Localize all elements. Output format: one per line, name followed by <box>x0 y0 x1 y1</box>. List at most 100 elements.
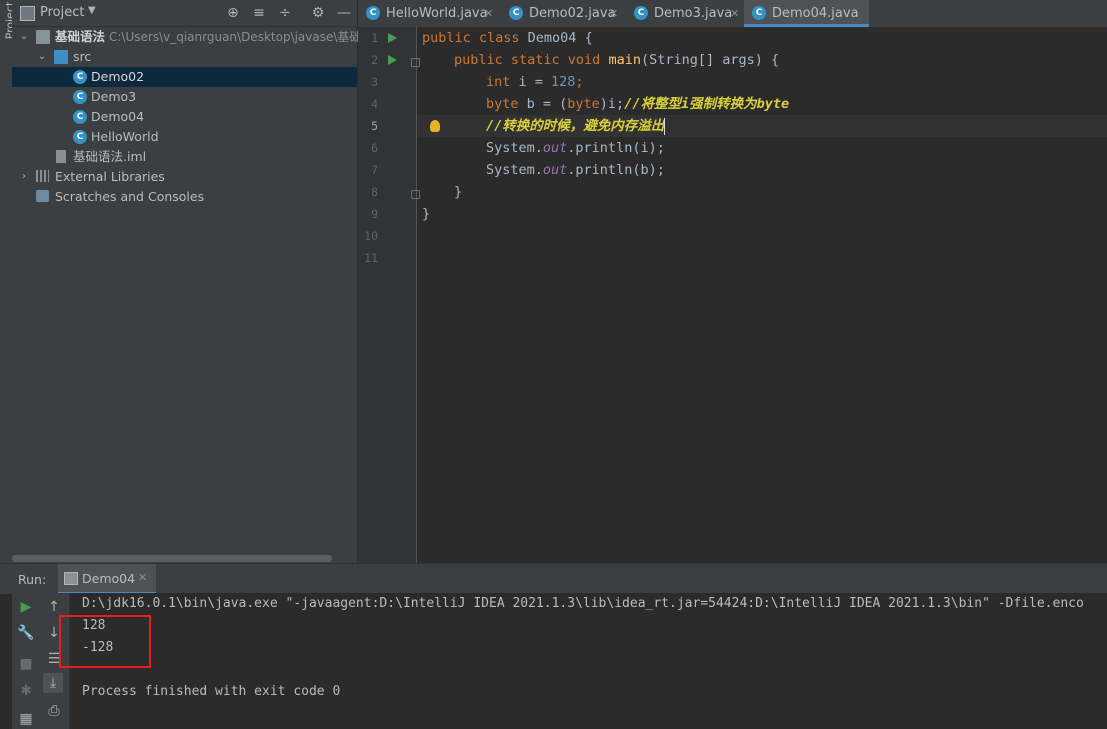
tree-item-demo02[interactable]: C Demo02 <box>12 67 357 87</box>
project-panel-header: Project ▼ ⊕ ≡ ÷ ⚙ — <box>12 0 357 27</box>
horizontal-scrollbar[interactable] <box>12 555 332 562</box>
line-number: 2 <box>371 53 378 67</box>
module-file-icon <box>56 150 66 163</box>
code-line: } <box>454 184 463 200</box>
run-tab-demo04[interactable]: Demo04 ✕ <box>58 564 156 594</box>
line-number: 10 <box>364 229 378 243</box>
chevron-down-icon[interactable]: ⌄ <box>36 47 48 67</box>
tree-item-src[interactable]: ⌄ src <box>12 47 357 67</box>
run-panel-header: Run: Demo04 ✕ <box>0 563 1107 594</box>
library-icon <box>36 170 49 182</box>
expand-all-icon[interactable]: ≡ <box>251 5 267 21</box>
run-main-icon[interactable] <box>388 55 397 65</box>
scratches-icon <box>36 190 49 202</box>
tab-label: HelloWorld.java <box>386 6 488 21</box>
console-line: Process finished with exit code 0 <box>82 684 341 699</box>
tree-item-project-root[interactable]: ⌄ 基础语法 C:\Users\v_qianrguan\Desktop\java… <box>12 27 361 47</box>
project-title[interactable]: Project <box>40 5 84 20</box>
line-number: 1 <box>371 31 378 45</box>
tab-demo02[interactable]: C Demo02.java ✕ <box>501 0 623 27</box>
wrench-icon[interactable]: 🔧 <box>16 623 36 643</box>
project-view-icon <box>20 6 35 21</box>
source-folder-icon <box>54 50 68 64</box>
stop-icon[interactable]: ■ <box>16 654 36 674</box>
tab-label: Demo02.java <box>529 6 616 21</box>
line-number: 8 <box>371 185 378 199</box>
tree-item-label: src <box>73 49 92 64</box>
java-class-icon: C <box>73 110 87 124</box>
arrow-up-icon[interactable]: ↑ <box>44 597 64 617</box>
lightbulb-icon[interactable] <box>430 120 440 132</box>
tree-item-iml[interactable]: 基础语法.iml <box>12 147 357 167</box>
code-line: } <box>422 206 431 222</box>
code-line: public static void main(String[] args) { <box>454 52 780 68</box>
java-class-icon: C <box>73 90 87 104</box>
java-class-icon: C <box>634 6 648 20</box>
rerun-icon[interactable]: ▶ <box>16 597 36 617</box>
close-icon[interactable]: ✕ <box>609 0 618 27</box>
chevron-right-icon[interactable]: › <box>18 167 30 187</box>
tree-item-demo3[interactable]: C Demo3 <box>12 87 357 107</box>
tree-item-label: External Libraries <box>55 169 165 184</box>
tree-item-scratches[interactable]: Scratches and Consoles <box>12 187 357 207</box>
line-number: 6 <box>371 141 378 155</box>
project-path: C:\Users\v_qianrguan\Desktop\javase\基础 <box>109 30 362 44</box>
run-toolbar-left: ▶ 🔧 ■ ✱ ▦ <box>12 593 41 729</box>
code-line: int i = 128; <box>486 74 584 90</box>
java-class-icon: C <box>366 6 380 20</box>
code-editor[interactable]: public class Demo04 { public static void… <box>417 27 1107 563</box>
tree-item-demo04[interactable]: C Demo04 <box>12 107 357 127</box>
chevron-down-icon[interactable]: ▼ <box>88 5 96 16</box>
tab-demo3[interactable]: C Demo3.java ✕ <box>626 0 744 27</box>
close-icon[interactable]: ✕ <box>138 571 147 584</box>
run-class-icon[interactable] <box>388 33 397 43</box>
hide-icon[interactable]: — <box>336 5 352 21</box>
tree-item-helloworld[interactable]: C HelloWorld <box>12 127 357 147</box>
close-icon[interactable]: ✕ <box>730 0 739 27</box>
tree-item-label: 基础语法.iml <box>73 149 147 164</box>
gear-icon[interactable]: ⚙ <box>310 5 326 21</box>
tree-item-external-libraries[interactable]: › External Libraries <box>12 167 357 187</box>
editor-tab-bar: C HelloWorld.java ✕ C Demo02.java ✕ C De… <box>358 0 1107 28</box>
editor-gutter[interactable]: 1 2 3 4 5 6 7 8 9 10 11 <box>358 27 420 563</box>
tree-item-label: HelloWorld <box>91 129 159 144</box>
console-icon <box>64 572 78 585</box>
line-number: 3 <box>371 75 378 89</box>
bug-icon[interactable]: ✱ <box>16 681 36 701</box>
code-line: System.out.println(i); <box>486 140 665 156</box>
line-number: 11 <box>364 251 378 265</box>
layout-icon[interactable]: ▦ <box>16 709 36 729</box>
java-class-icon: C <box>73 130 87 144</box>
scroll-to-end-icon[interactable]: ⤓ <box>43 673 63 693</box>
locate-icon[interactable]: ⊕ <box>225 5 241 21</box>
tree-item-label: 基础语法 <box>55 29 106 44</box>
tree-item-label: Scratches and Consoles <box>55 189 205 204</box>
console-output[interactable]: D:\jdk16.0.1\bin\java.exe "-javaagent:D:… <box>70 593 1107 729</box>
code-line: byte b = (byte)i;//将整型i强制转换为byte <box>486 96 790 112</box>
tab-label: Demo04.java <box>772 6 859 21</box>
code-line: System.out.println(b); <box>486 162 665 178</box>
close-icon[interactable]: ✕ <box>484 0 493 27</box>
java-class-icon: C <box>73 70 87 84</box>
project-panel: Project ▼ ⊕ ≡ ÷ ⚙ — ⌄ 基础语法 C:\Users\v_qi… <box>12 0 361 563</box>
tree-item-label: Demo04 <box>91 109 145 124</box>
line-number-current: 5 <box>371 119 378 133</box>
java-class-icon: C <box>752 6 766 20</box>
tree-item-label: Demo02 <box>91 69 145 84</box>
line-number: 7 <box>371 163 378 177</box>
java-class-icon: C <box>509 6 523 20</box>
print-icon[interactable]: ⎙ <box>44 701 64 721</box>
folder-icon <box>36 30 50 44</box>
code-line: //转换的时候，避免内存溢出 <box>486 117 666 135</box>
run-label: Run: <box>18 572 47 587</box>
highlight-annotation-box <box>59 615 151 668</box>
chevron-down-icon[interactable]: ⌄ <box>18 27 30 47</box>
line-number: 4 <box>371 97 378 111</box>
code-line: public class Demo04 { <box>422 30 593 46</box>
tab-label: Demo3.java <box>654 6 733 21</box>
collapse-all-icon[interactable]: ÷ <box>277 5 293 21</box>
tab-demo04[interactable]: C Demo04.java <box>744 0 869 27</box>
tree-item-label: Demo3 <box>91 89 137 104</box>
console-line: D:\jdk16.0.1\bin\java.exe "-javaagent:D:… <box>82 596 1084 611</box>
tab-helloworld[interactable]: C HelloWorld.java ✕ <box>358 0 498 27</box>
